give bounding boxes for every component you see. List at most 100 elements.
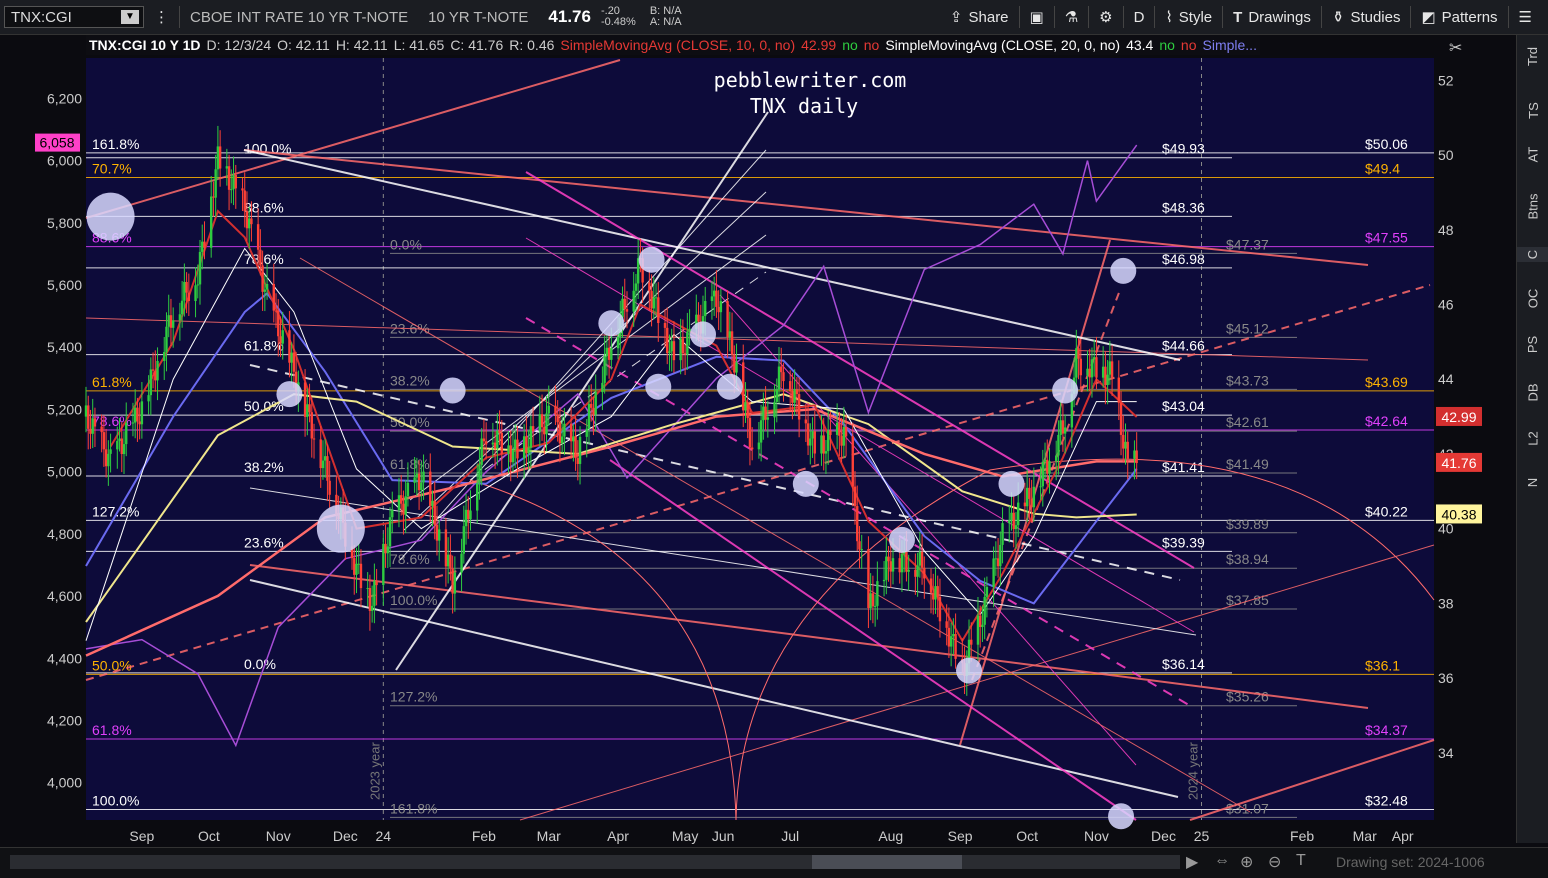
zoom-out-icon[interactable]: ⊖ [1268,852,1281,872]
fib-level-right-label: $49.4 [1365,161,1400,177]
tab-trd[interactable]: Trd [1517,47,1548,66]
settings-button[interactable]: ⚙ [1089,8,1122,26]
candle-body [1075,348,1078,378]
candle-body [981,624,984,628]
tab-at[interactable]: AT [1517,147,1548,163]
fib-level-right-label: $42.64 [1365,413,1408,429]
symbol-selector[interactable]: TNX:CGI ▼ [4,6,144,28]
tab-n[interactable]: N [1517,475,1548,490]
candle-body [265,283,269,290]
fib-level-left-label: 50.0% [244,398,284,414]
x-tick-label: Jun [712,828,735,844]
y-left-tick-label: 5,200 [47,401,82,417]
candle-body [259,249,262,266]
candle-body [435,524,439,541]
highlight-circle[interactable] [645,373,672,400]
more-options[interactable]: ⋮ [144,8,179,26]
chart-scrollbar[interactable] [10,855,1180,869]
candle-body [1124,441,1127,449]
candle-body [328,480,331,495]
sma10-label[interactable]: SimpleMovingAvg (CLOSE, 10, 0, no) [557,37,798,53]
studies-button[interactable]: ⚱ Studies [1322,8,1411,27]
highlight-circle[interactable] [888,526,915,553]
style-button[interactable]: ⌇ Style [1155,8,1222,27]
candle-body [1010,512,1013,521]
highlight-circle[interactable] [998,470,1025,497]
snapshot-button[interactable]: ▣ [1020,8,1054,26]
chart-settings-icon[interactable]: ✂ [1449,40,1462,57]
x-tick-label: Mar [537,828,561,844]
y-left-tick-label: 4,800 [47,526,82,542]
highlight-circle[interactable] [792,470,819,497]
candle-body [871,593,875,607]
studies-label: Studies [1350,8,1401,26]
candle-body [882,579,886,582]
candle-body [417,473,421,491]
tab-db[interactable]: DB [1517,383,1548,401]
candle-body [907,569,910,572]
tab-oc[interactable]: OC [1517,288,1548,309]
highlight-circle[interactable] [956,657,983,684]
status-high: H: 42.11 [335,37,388,53]
tab-btns[interactable]: Btns [1517,193,1548,219]
highlight-circle[interactable] [1108,803,1135,830]
fib-level-right-label: $41.49 [1226,456,1269,472]
candle-body [1079,358,1082,376]
more-studies-label[interactable]: Simple... [1200,37,1260,53]
candle-body [171,320,175,328]
sma20-label[interactable]: SimpleMovingAvg (CLOSE, 20, 0, no) [882,37,1123,53]
candle-body [187,292,191,302]
ellipsis-icon[interactable]: ⋮ [154,8,169,26]
candle-body [601,382,604,393]
candle-body [529,426,533,448]
highlight-circle[interactable] [689,321,716,348]
tab-c[interactable]: C [1517,247,1548,262]
fib-level-right-label: $47.55 [1365,230,1408,246]
y-left-tick-label: 5,400 [47,339,82,355]
highlight-circle[interactable] [276,381,303,408]
y-left-tick-label: 5,600 [47,277,82,293]
share-button[interactable]: ⇪ Share [940,8,1019,27]
x-tick-label: Apr [607,828,629,844]
drawings-button[interactable]: T Drawings [1223,9,1321,26]
patterns-button[interactable]: ◩ Patterns [1411,8,1507,27]
candle-body [1046,459,1049,474]
scroll-right-icon[interactable]: ▶ [1186,852,1198,872]
tab-l2[interactable]: L2 [1517,431,1548,446]
highlight-circle[interactable] [86,192,135,241]
candle-body [563,423,566,437]
price-chart[interactable]: 2023 year 2024 year 161.8% $50.06 100.0% $49… [0,35,1516,847]
candle-body [918,551,922,566]
year-marker-label: 2024 year [1186,742,1201,800]
candle-body [522,436,526,459]
text-tool-icon[interactable]: T [1296,852,1306,870]
zoom-in-icon[interactable]: ⊕ [1240,852,1253,872]
highlight-circle[interactable] [638,246,665,273]
candle-body [1063,427,1067,434]
highlight-circle[interactable] [439,377,466,404]
highlight-circle[interactable] [316,504,365,553]
highlight-circle[interactable] [598,310,625,337]
menu-button[interactable]: ☰ [1509,8,1548,26]
fib-level-right-label: $42.61 [1226,414,1269,430]
flask-button[interactable]: ⚗ [1055,8,1088,26]
zoom-range-icon[interactable]: ⇔ [1214,852,1230,870]
highlight-circle[interactable] [716,373,743,400]
highlight-circle[interactable] [1052,377,1079,404]
candle-body [1117,377,1120,403]
highlight-circle[interactable] [1110,257,1137,284]
drawing-set-label[interactable]: Drawing set: 2024-1006 [1336,854,1485,870]
fib-level-left-label: 161.8% [390,800,437,816]
dropdown-arrow-icon[interactable]: ▼ [121,10,139,24]
scrollbar-thumb[interactable] [812,855,962,869]
period-button[interactable]: D [1124,9,1155,26]
candle-body [169,315,173,328]
tab-ps[interactable]: PS [1517,336,1548,353]
candle-body [449,554,452,569]
last-price: 41.76 [548,7,591,26]
tab-ts[interactable]: TS [1517,102,1548,119]
tab-label: OC [1525,288,1541,309]
candle-body [634,283,638,291]
status-range: R: 0.46 [509,37,555,53]
candle-body [429,471,432,506]
